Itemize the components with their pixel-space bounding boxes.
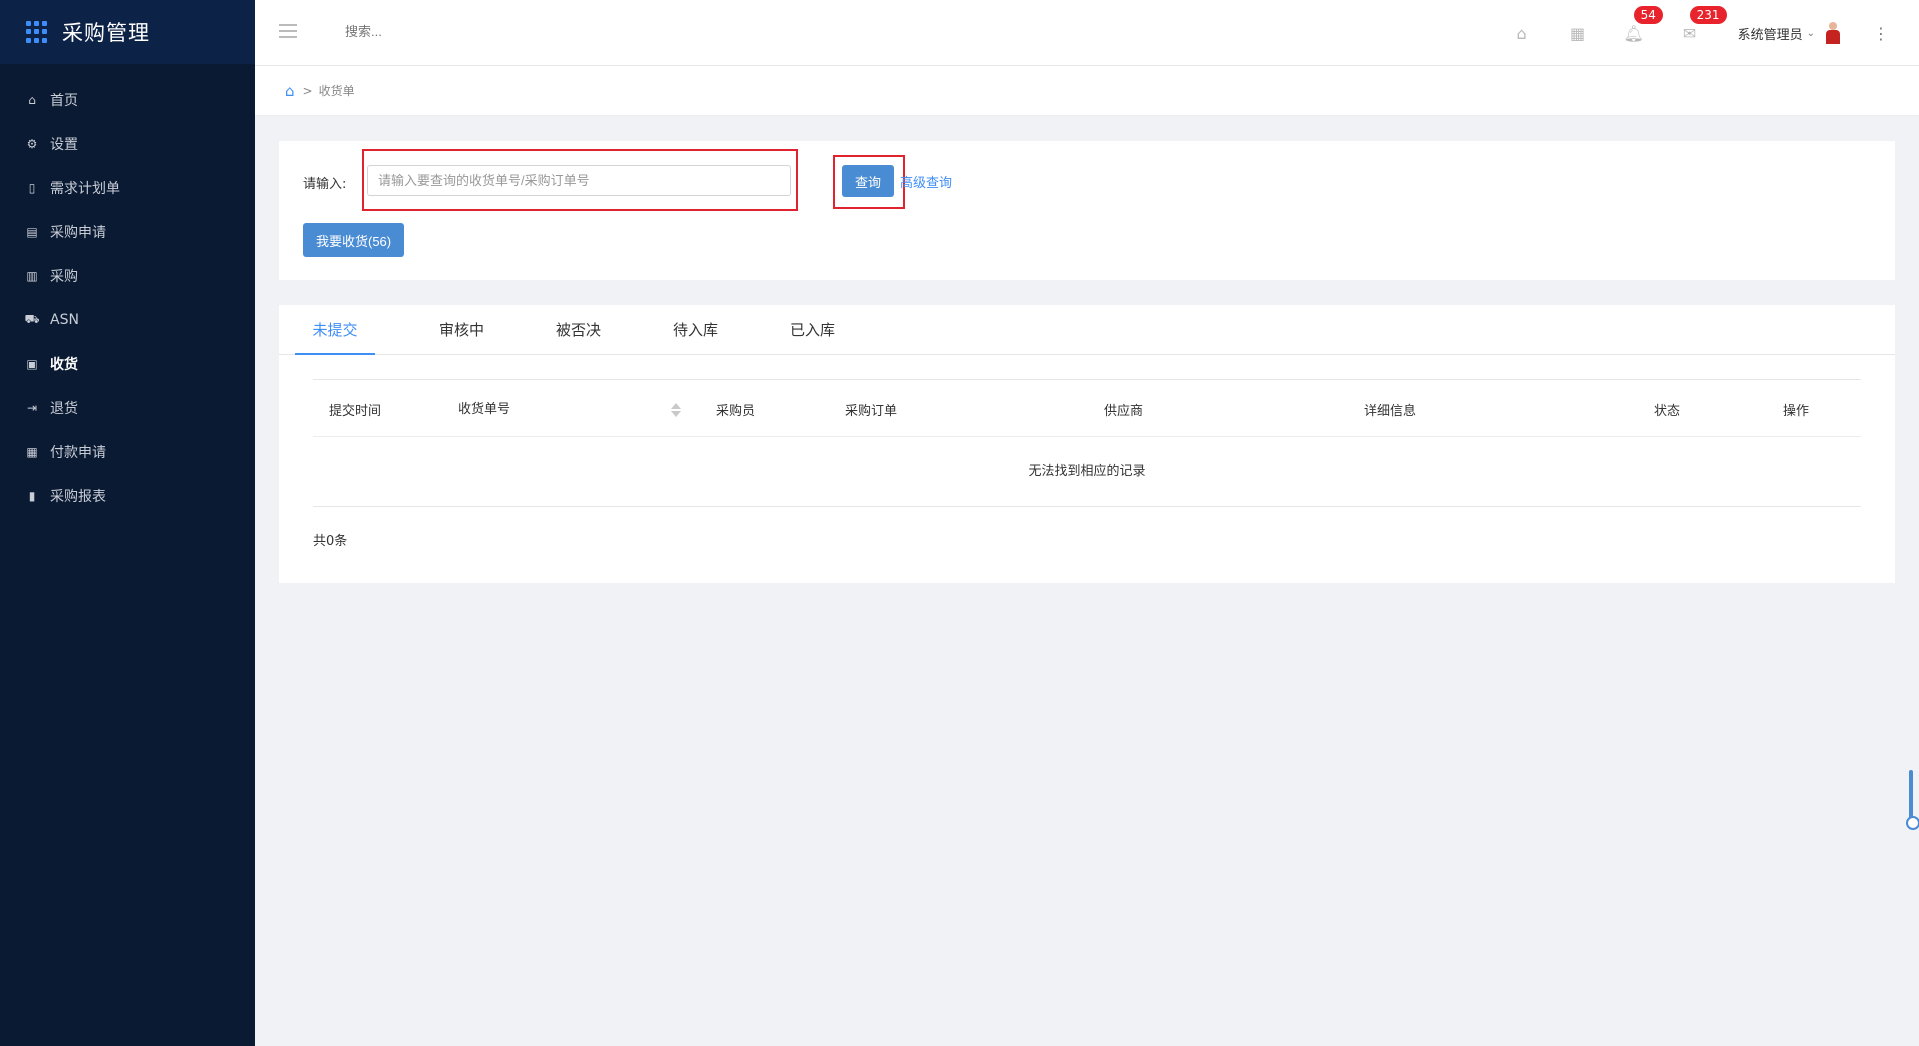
user-menu[interactable]: 系统管理员 ⌄ (1718, 22, 1859, 44)
tab-not-submitted[interactable]: 未提交 (295, 305, 375, 355)
bell-icon[interactable]: 🔔︎ 54 (1606, 5, 1663, 43)
sidebar-item-label: 付款申请 (50, 445, 106, 461)
column-header[interactable]: 提交时间 (329, 400, 381, 419)
sidebar-item-asn[interactable]: ⛟ ASN (0, 298, 255, 342)
column-header[interactable]: 状态 (1654, 400, 1680, 419)
advanced-search-link[interactable]: 高级查询 (900, 172, 952, 191)
tab-stored[interactable]: 已入库 (754, 305, 871, 354)
column-header[interactable]: 采购员 (716, 400, 755, 419)
column-header[interactable]: 操作 (1783, 400, 1809, 419)
tab-under-review[interactable]: 审核中 (403, 305, 520, 354)
payment-icon: ▦ (26, 445, 38, 459)
apps-grid-icon[interactable]: ▦ (1550, 24, 1606, 43)
breadcrumb: ⌂ > 收货单 (255, 66, 1919, 116)
sidebar-item-purchase-request[interactable]: ▤ 采购申请 (0, 210, 255, 254)
column-header[interactable]: 详细信息 (1364, 400, 1416, 419)
notification-badge: 54 (1633, 5, 1663, 24)
form-icon: ▤ (26, 225, 38, 239)
exit-icon: ⇥ (26, 401, 38, 415)
search-input[interactable] (367, 165, 791, 196)
sidebar-item-label: 收货 (50, 357, 78, 373)
tab-panel: 未提交 审核中 被否决 待入库 已入库 提交时间 收货单号 采购员 采购订单 供… (279, 305, 1895, 583)
tab-rejected[interactable]: 被否决 (520, 305, 637, 354)
scroll-indicator[interactable] (1906, 770, 1919, 830)
sidebar-item-label: 需求计划单 (50, 181, 120, 197)
tab-pending-storage[interactable]: 待入库 (637, 305, 754, 354)
sidebar-item-receiving[interactable]: ▣ 收货 (0, 342, 255, 386)
sort-icon[interactable] (670, 403, 682, 419)
home-icon[interactable]: ⌂ (285, 82, 295, 100)
home-icon: ⌂ (28, 93, 36, 107)
mail-icon[interactable]: ✉ 231 (1662, 5, 1727, 43)
receive-goods-button[interactable]: 我要收货(56) (303, 223, 405, 257)
sidebar-item-home[interactable]: ⌂ 首页 (0, 78, 255, 122)
query-button[interactable]: 查询 (842, 165, 894, 197)
inbox-icon: ▣ (26, 357, 38, 371)
sidebar-item-returns[interactable]: ⇥ 退货 (0, 386, 255, 430)
menu-toggle-icon[interactable] (279, 24, 297, 38)
truck-icon: ⛟ (24, 312, 40, 326)
sidebar-item-label: 采购 (50, 269, 78, 285)
home-shortcut-icon[interactable]: ⌂ (1494, 24, 1550, 43)
column-header[interactable]: 供应商 (1104, 400, 1143, 419)
search-panel: 请输入: 查询 高级查询 我要收货(56) (279, 141, 1895, 280)
user-name: 系统管理员 (1737, 27, 1803, 43)
document-icon: ▯ (28, 181, 36, 195)
gear-icon: ⚙ (26, 137, 38, 151)
table-header: 提交时间 收货单号 采购员 采购订单 供应商 详细信息 状态 操作 (313, 379, 1861, 437)
top-bar: ⌂ ▦ 🔔︎ 54 ✉ 231 系统管理员 ⌄ ⋮ (255, 0, 1919, 66)
column-header[interactable]: 采购订单 (845, 400, 897, 419)
column-header[interactable]: 收货单号 (458, 398, 510, 417)
sidebar-item-label: 采购申请 (50, 225, 106, 241)
sidebar-menu: ⌂ 首页 ⚙ 设置 ▯ 需求计划单 ▤ 采购申请 ▥ 采购 ⛟ ASN ▣ 收货… (0, 64, 255, 518)
search-label: 请输入: (303, 177, 347, 192)
top-icons: ⌂ ▦ 🔔︎ 54 ✉ 231 系统管理员 ⌄ ⋮ (1494, 0, 1919, 66)
grid-icon (26, 21, 48, 43)
sidebar-item-payment-request[interactable]: ▦ 付款申请 (0, 430, 255, 474)
app-title: 采购管理 (62, 21, 150, 45)
sidebar-item-demand-plan[interactable]: ▯ 需求计划单 (0, 166, 255, 210)
breadcrumb-current: 收货单 (318, 84, 355, 98)
app-logo[interactable]: 采购管理 (0, 0, 255, 64)
message-badge: 231 (1689, 5, 1727, 24)
status-tabs: 未提交 审核中 被否决 待入库 已入库 (279, 305, 1895, 355)
avatar (1825, 22, 1841, 44)
breadcrumb-separator: > (302, 83, 313, 98)
sidebar-item-label: 首页 (50, 93, 78, 109)
sidebar-item-label: ASN (50, 312, 79, 328)
sidebar: 采购管理 ⌂ 首页 ⚙ 设置 ▯ 需求计划单 ▤ 采购申请 ▥ 采购 ⛟ ASN… (0, 0, 255, 1046)
sidebar-item-purchase[interactable]: ▥ 采购 (0, 254, 255, 298)
sidebar-item-settings[interactable]: ⚙ 设置 (0, 122, 255, 166)
empty-state-row: 无法找到相应的记录 (313, 437, 1861, 507)
chart-icon: ▮ (28, 489, 36, 503)
receipt-table: 提交时间 收货单号 采购员 采购订单 供应商 详细信息 状态 操作 无法找到相应… (313, 379, 1861, 507)
sidebar-item-label: 退货 (50, 401, 78, 417)
more-vertical-icon[interactable]: ⋮ (1859, 24, 1919, 43)
global-search-input[interactable] (345, 24, 545, 39)
sidebar-item-label: 采购报表 (50, 489, 106, 505)
sidebar-item-label: 设置 (50, 137, 78, 153)
total-count: 共0条 (313, 534, 348, 549)
chevron-down-icon: ⌄ (1806, 27, 1815, 39)
sidebar-item-purchase-report[interactable]: ▮ 采购报表 (0, 474, 255, 518)
list-icon: ▥ (26, 269, 38, 283)
